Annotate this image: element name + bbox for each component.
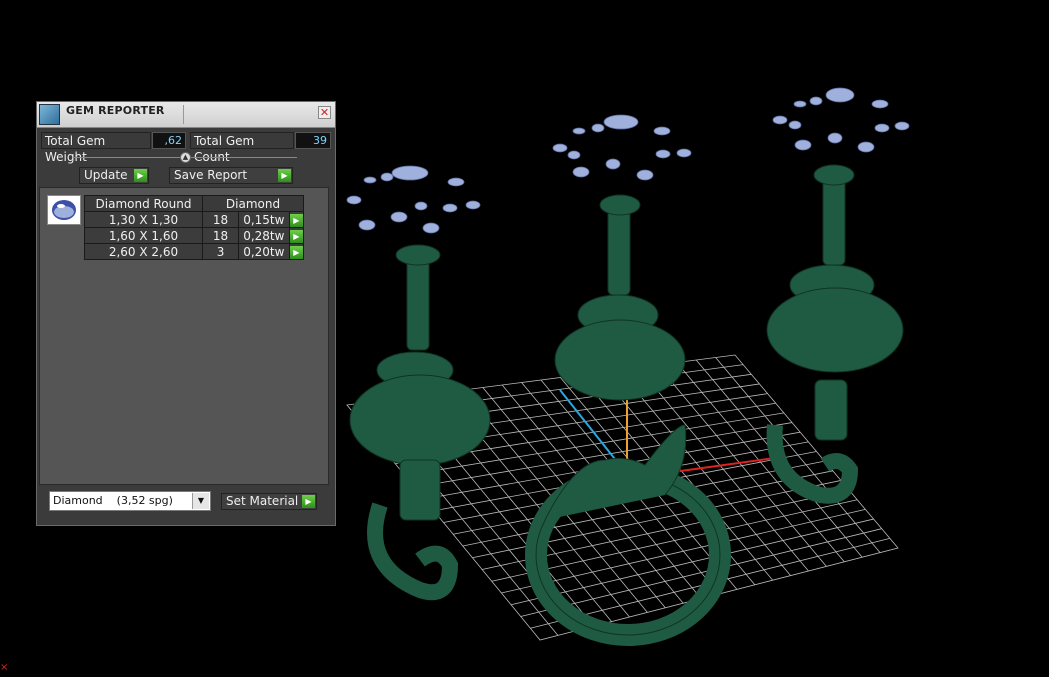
grid-line <box>715 357 881 553</box>
set-material-arrow-icon: ▶ <box>302 495 315 508</box>
gem-reporter-panel: GEM REPORTER ✕ Total Gem Weight ,62 Tota… <box>36 101 336 526</box>
total-count-label: Total Gem Count <box>190 132 294 164</box>
table-row[interactable]: 1,60 X 1,60 18 0,28tw ▶ <box>84 227 305 244</box>
set-material-button[interactable]: Set Material ▶ <box>221 493 317 510</box>
table-row[interactable]: 2,60 X 2,60 3 0,20tw ▶ <box>84 243 305 260</box>
table-row[interactable]: 1,30 X 1,30 18 0,15tw ▶ <box>84 211 305 228</box>
row-arrow-icon: ▶ <box>289 246 303 259</box>
update-button-label: Update <box>84 168 128 182</box>
row-select-button[interactable]: ▶ <box>288 211 305 228</box>
header-shape: Diamond Round <box>84 195 203 212</box>
row-size: 1,30 X 1,30 <box>84 211 203 228</box>
total-weight-value: ,62 <box>152 132 186 149</box>
row-size: 2,60 X 2,60 <box>84 243 203 260</box>
row-count: 18 <box>201 211 240 228</box>
save-report-label: Save Report <box>174 168 248 182</box>
table-header-row: Diamond Round Diamond <box>84 195 304 212</box>
row-select-button[interactable]: ▶ <box>288 243 305 260</box>
row-weight: 0,15tw <box>238 211 290 228</box>
corner-marker-icon: × <box>0 662 9 673</box>
right-gem-cluster <box>772 87 910 153</box>
slider-handle[interactable]: ▲ <box>180 152 191 163</box>
left-earring-model <box>349 244 491 601</box>
gem-table: Diamond Round Diamond 1,30 X 1,30 18 0,1… <box>84 195 305 260</box>
save-report-arrow-icon: ▶ <box>278 169 291 182</box>
row-count: 3 <box>201 243 240 260</box>
diamond-gem-icon <box>47 195 81 225</box>
total-count-value: 39 <box>295 132 331 149</box>
material-select[interactable]: Diamond (3,52 spg) ▼ <box>49 491 211 511</box>
title-separator <box>183 105 184 124</box>
row-arrow-icon: ▶ <box>289 214 303 227</box>
row-select-button[interactable]: ▶ <box>288 227 305 244</box>
update-arrow-icon: ▶ <box>134 169 147 182</box>
row-weight: 0,28tw <box>238 227 290 244</box>
row-count: 18 <box>201 227 240 244</box>
material-select-value: Diamond (3,52 spg) <box>53 494 173 507</box>
close-button[interactable]: ✕ <box>318 106 331 119</box>
panel-titlebar[interactable]: GEM REPORTER ✕ <box>37 102 335 128</box>
panel-title: GEM REPORTER <box>66 104 165 117</box>
grid-line <box>510 518 874 606</box>
set-material-label: Set Material <box>226 494 299 508</box>
center-earring-model <box>554 194 686 401</box>
total-weight-label: Total Gem Weight <box>41 132 151 164</box>
row-arrow-icon: ▶ <box>289 230 303 243</box>
gem-reporter-icon <box>39 104 60 125</box>
left-gem-cluster <box>346 165 481 234</box>
row-weight: 0,20tw <box>238 243 290 260</box>
chevron-down-icon[interactable]: ▼ <box>192 493 209 509</box>
save-report-button[interactable]: Save Report ▶ <box>169 167 293 184</box>
update-button[interactable]: Update ▶ <box>79 167 149 184</box>
header-material: Diamond <box>202 195 304 212</box>
center-gem-cluster <box>552 114 692 181</box>
gem-list-area: Diamond Round Diamond 1,30 X 1,30 18 0,1… <box>39 187 329 485</box>
row-size: 1,60 X 1,60 <box>84 227 203 244</box>
